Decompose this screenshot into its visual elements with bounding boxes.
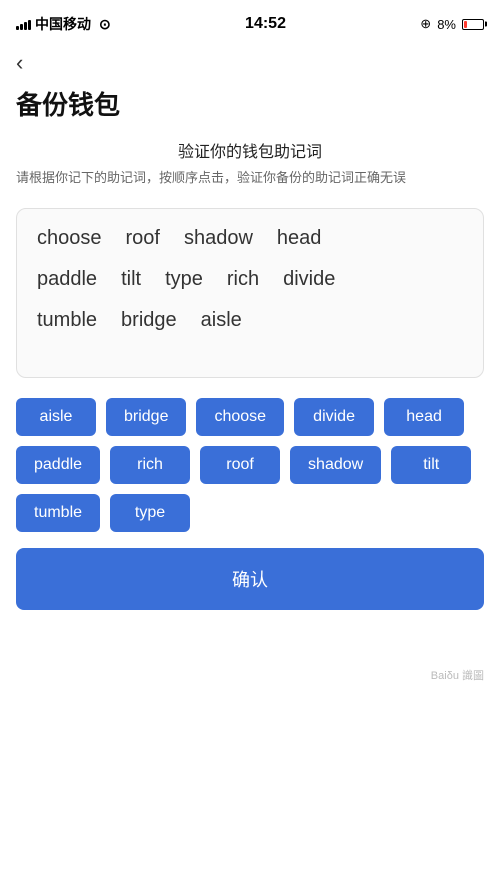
display-word-roof: roof: [126, 227, 160, 250]
display-word-paddle: paddle: [37, 268, 97, 291]
chip-head[interactable]: head: [384, 398, 464, 436]
chip-shadow[interactable]: shadow: [290, 446, 381, 484]
display-word-aisle: aisle: [201, 309, 242, 332]
location-icon: ⊕: [420, 16, 431, 32]
display-word-divide: divide: [283, 268, 335, 291]
page-title: 备份钱包: [0, 79, 500, 138]
word-display-row-3: tumble bridge aisle: [37, 309, 463, 346]
status-bar: 中国移动 ⊙ 14:52 ⊕ 8%: [0, 0, 500, 44]
word-display-row-2: paddle tilt type rich divide: [37, 268, 463, 305]
instruction-desc: 请根据你记下的助记词，按顺序点击，验证你备份的助记词正确无误: [16, 168, 484, 188]
status-time: 14:52: [245, 15, 286, 33]
display-word-choose: choose: [37, 227, 102, 250]
display-word-tilt: tilt: [121, 268, 141, 291]
display-word-tumble: tumble: [37, 309, 97, 332]
word-chips-grid: aisle bridge choose divide head paddle r…: [16, 398, 484, 532]
battery-icon: [462, 19, 484, 30]
display-word-head: head: [277, 227, 322, 250]
chip-rich[interactable]: rich: [110, 446, 190, 484]
baidu-watermark: Baiδu 識圖: [431, 670, 484, 682]
confirm-button[interactable]: 确认: [16, 548, 484, 610]
display-word-rich: rich: [227, 268, 259, 291]
word-display-row-1: choose roof shadow head: [37, 227, 463, 264]
chip-divide[interactable]: divide: [294, 398, 374, 436]
status-right: ⊕ 8%: [420, 16, 484, 32]
status-left: 中国移动 ⊙: [16, 14, 111, 34]
chip-tumble[interactable]: tumble: [16, 494, 100, 532]
battery-percent: 8%: [437, 17, 456, 32]
display-word-shadow: shadow: [184, 227, 253, 250]
word-chips-section: aisle bridge choose divide head paddle r…: [0, 394, 500, 626]
word-display-box: choose roof shadow head paddle tilt type…: [16, 208, 484, 378]
display-word-bridge: bridge: [121, 309, 177, 332]
bottom-area: Baiδu 識圖: [0, 626, 500, 694]
instruction-title: 验证你的钱包助记词: [16, 138, 484, 162]
chip-type[interactable]: type: [110, 494, 190, 532]
display-word-type: type: [165, 268, 203, 291]
chip-roof[interactable]: roof: [200, 446, 280, 484]
chip-tilt[interactable]: tilt: [391, 446, 471, 484]
instruction-section: 验证你的钱包助记词 请根据你记下的助记词，按顺序点击，验证你备份的助记词正确无误: [0, 138, 500, 198]
chip-choose[interactable]: choose: [196, 398, 284, 436]
wifi-icon: ⊙: [99, 16, 111, 33]
carrier-label: 中国移动: [35, 14, 91, 34]
chip-aisle[interactable]: aisle: [16, 398, 96, 436]
signal-icon: [16, 18, 31, 30]
back-button[interactable]: ‹: [0, 44, 500, 79]
chip-bridge[interactable]: bridge: [106, 398, 186, 436]
back-chevron-icon: ‹: [16, 50, 23, 75]
chip-paddle[interactable]: paddle: [16, 446, 100, 484]
